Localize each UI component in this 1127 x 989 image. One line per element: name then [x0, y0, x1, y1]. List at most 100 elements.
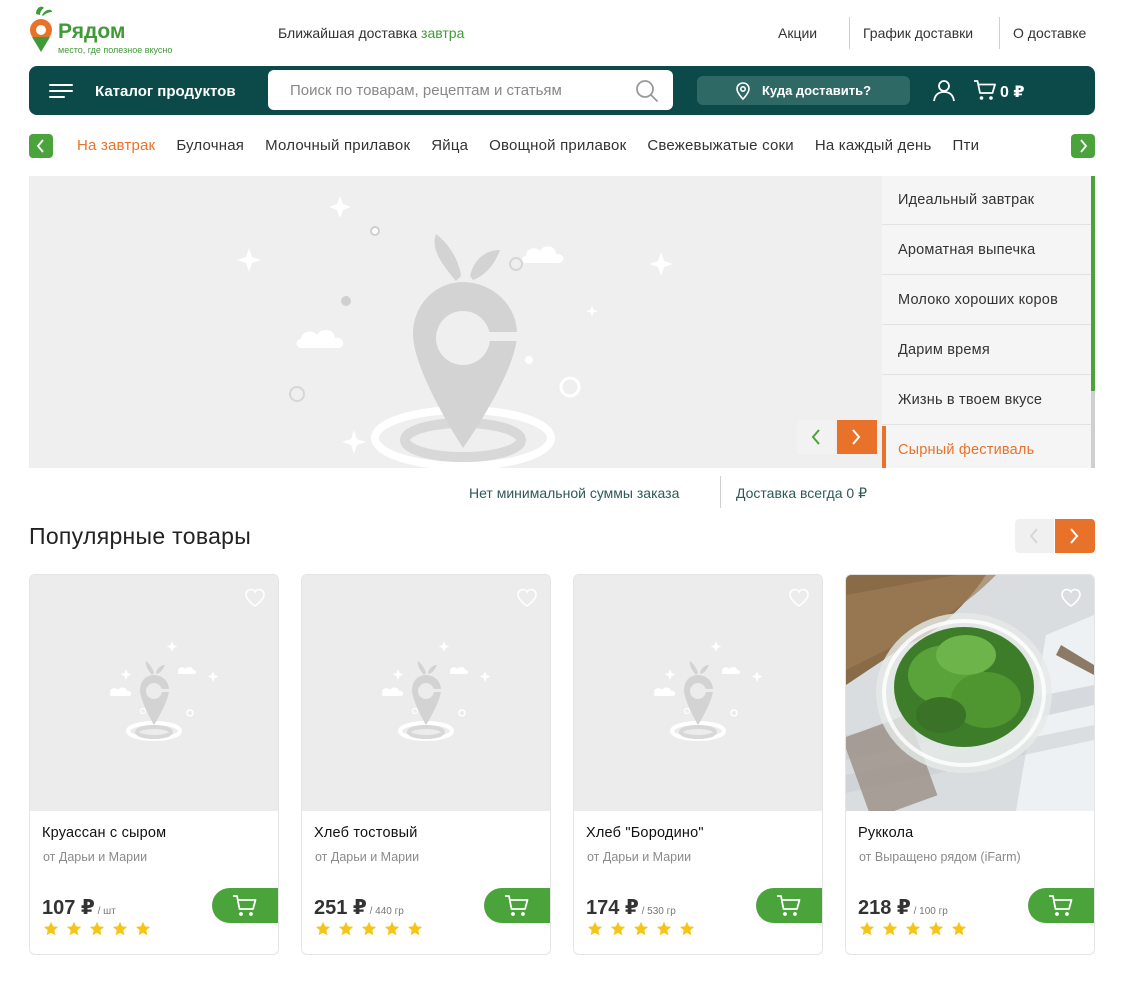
product-rating: [587, 921, 695, 937]
product-name[interactable]: Хлеб тостовый: [314, 825, 418, 841]
search-icon[interactable]: [635, 79, 659, 103]
logo-tagline: место, где полезное вкусно: [58, 45, 173, 55]
promo-item[interactable]: Идеальный завтрак: [882, 176, 1091, 225]
product-image[interactable]: [302, 575, 550, 811]
promo-scrollbar-thumb[interactable]: [1091, 176, 1095, 391]
popular-title: Популярные товары: [29, 523, 252, 549]
product-price-amount: 174 ₽: [586, 897, 639, 919]
star-icon: [89, 921, 105, 936]
promo-item[interactable]: Ароматная выпечка: [882, 226, 1091, 275]
promo-item[interactable]: Молоко хороших коров: [882, 276, 1091, 325]
logo-name: Рядом: [58, 20, 126, 43]
banner-next-button[interactable]: [837, 420, 877, 454]
cart-icon: [505, 895, 529, 916]
star-icon: [656, 921, 672, 936]
star-icon: [633, 921, 649, 936]
placeholder-illustration: [381, 641, 491, 741]
top-header: Рядом место, где полезное вкусно Ближайш…: [0, 0, 1127, 66]
product-name[interactable]: Руккола: [858, 825, 913, 841]
product-price-unit: / 530 гр: [638, 906, 676, 917]
logo[interactable]: Рядом место, где полезное вкусно: [28, 4, 208, 56]
chevron-right-icon: [1080, 139, 1088, 153]
product-photo: [846, 575, 1094, 811]
star-icon: [882, 921, 898, 936]
star-icon: [135, 921, 151, 936]
star-icon: [951, 921, 967, 936]
star-icon: [384, 921, 400, 936]
popular-prev-button[interactable]: [1015, 519, 1054, 553]
star-icon: [112, 921, 128, 936]
heart-icon[interactable]: [516, 588, 538, 608]
delivery-address-button[interactable]: Куда доставить?: [697, 76, 910, 105]
product-price-amount: 251 ₽: [314, 897, 367, 919]
category-prev-button[interactable]: [29, 134, 53, 158]
promo-item-active[interactable]: Сырный фестиваль: [882, 426, 1091, 468]
star-icon: [679, 921, 695, 936]
chevron-left-icon: [36, 139, 44, 153]
product-image[interactable]: [574, 575, 822, 811]
product-maker: от Дарьи и Марии: [43, 850, 148, 864]
product-price-unit: / шт: [94, 906, 116, 917]
promo-item[interactable]: Дарим время: [882, 326, 1091, 375]
product-card[interactable]: Руккола от Выращено рядом (iFarm) 218 ₽ …: [845, 574, 1095, 955]
product-card[interactable]: Круассан с сыром от Дарьи и Марии 107 ₽ …: [29, 574, 279, 955]
promo-banner[interactable]: [29, 176, 882, 468]
heart-icon[interactable]: [244, 588, 266, 608]
product-card[interactable]: Хлеб "Бородино" от Дарьи и Марии 174 ₽ /…: [573, 574, 823, 955]
add-to-cart-button[interactable]: [1028, 888, 1094, 923]
star-icon: [928, 921, 944, 936]
user-icon[interactable]: [932, 78, 956, 102]
link-promotions[interactable]: Акции: [778, 25, 817, 41]
product-rating: [315, 921, 423, 937]
product-price: 218 ₽ / 100 гр: [858, 895, 948, 920]
product-price-unit: / 100 гр: [910, 906, 948, 917]
header-divider: [849, 17, 850, 49]
category-item[interactable]: На каждый день: [815, 134, 932, 158]
link-delivery-schedule[interactable]: График доставки: [863, 25, 973, 41]
add-to-cart-button[interactable]: [484, 888, 550, 923]
chevron-left-icon: [811, 429, 820, 445]
product-card[interactable]: Хлеб тостовый от Дарьи и Марии 251 ₽ / 4…: [301, 574, 551, 955]
nearest-delivery: Ближайшая доставка завтра: [278, 25, 464, 41]
star-icon: [610, 921, 626, 936]
category-item[interactable]: Булочная: [176, 134, 244, 158]
star-icon: [587, 921, 603, 936]
promo-item[interactable]: Жизнь в твоем вкусе: [882, 376, 1091, 425]
add-to-cart-button[interactable]: [756, 888, 822, 923]
cart-icon: [1049, 895, 1073, 916]
link-about-delivery[interactable]: О доставке: [1013, 25, 1086, 41]
category-item[interactable]: Овощной прилавок: [489, 134, 626, 158]
add-to-cart-button[interactable]: [212, 888, 278, 923]
category-strip: На завтрак Булочная Молочный прилавок Яйца О…: [29, 134, 1095, 158]
heart-icon[interactable]: [788, 588, 810, 608]
placeholder-illustration: [109, 641, 219, 741]
category-item[interactable]: Пти: [953, 134, 980, 158]
product-image[interactable]: [846, 575, 1094, 811]
category-item[interactable]: Молочный прилавок: [265, 134, 410, 158]
location-pin-icon: [736, 82, 750, 100]
promo-scrollbar[interactable]: [1091, 176, 1095, 468]
banner-prev-button[interactable]: [797, 420, 835, 454]
nearest-delivery-day: завтра: [421, 25, 465, 41]
product-image[interactable]: [30, 575, 278, 811]
notes-divider: [720, 476, 721, 508]
heart-icon[interactable]: [1060, 588, 1082, 608]
popular-next-button[interactable]: [1055, 519, 1095, 553]
category-item[interactable]: На завтрак: [77, 134, 155, 158]
chevron-right-icon: [852, 429, 861, 445]
logo-mark-icon: [30, 6, 52, 52]
category-next-button[interactable]: [1071, 134, 1095, 158]
category-item[interactable]: Свежевыжатые соки: [647, 134, 794, 158]
product-name[interactable]: Хлеб "Бородино": [586, 825, 704, 841]
cart-total[interactable]: 0 ₽: [1000, 82, 1024, 102]
category-item[interactable]: Яйца: [431, 134, 468, 158]
product-name[interactable]: Круассан с сыром: [42, 825, 166, 841]
cart-icon[interactable]: [973, 79, 997, 101]
chevron-left-icon: [1029, 528, 1038, 544]
placeholder-illustration: [653, 641, 763, 741]
star-icon: [905, 921, 921, 936]
catalog-button[interactable]: Каталог продуктов: [49, 76, 236, 106]
search-input[interactable]: [268, 70, 673, 110]
star-icon: [338, 921, 354, 936]
star-icon: [361, 921, 377, 936]
